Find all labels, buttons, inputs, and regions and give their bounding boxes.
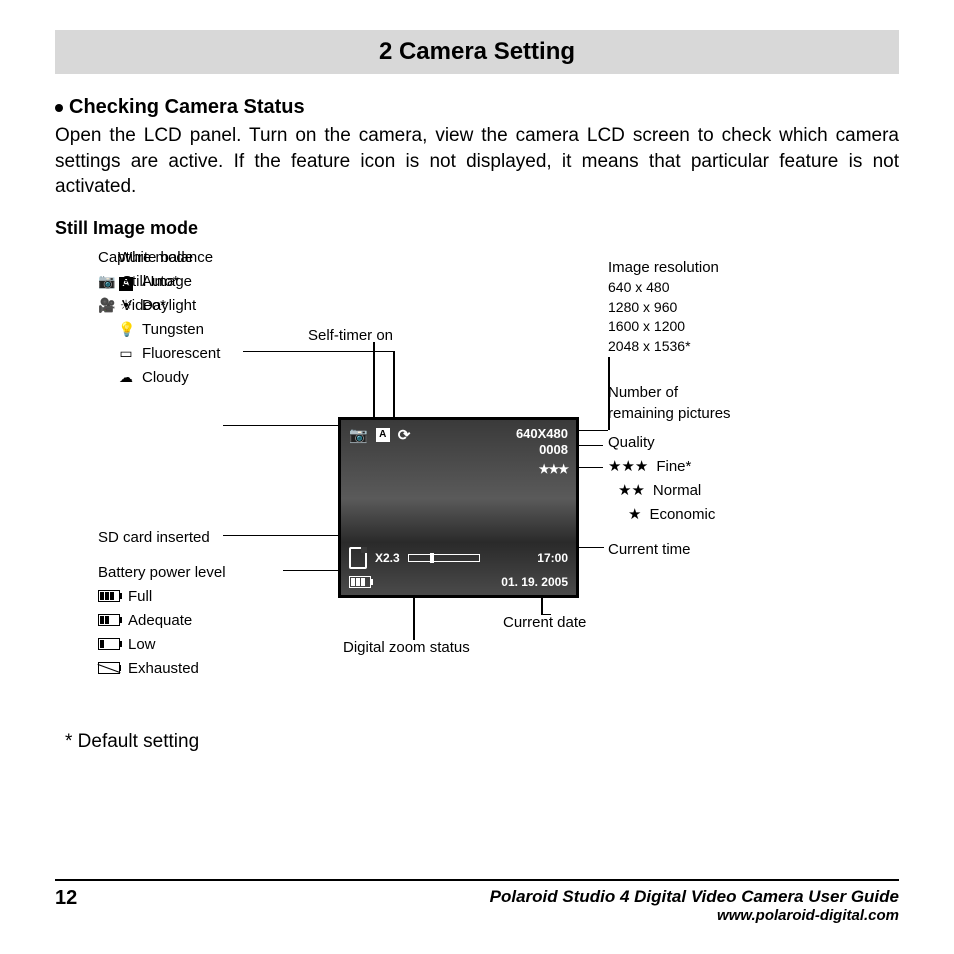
self-timer-label: Self-timer on	[308, 325, 393, 346]
battery-low-icon	[98, 638, 120, 650]
wb-fluorescent-icon: ▭	[118, 344, 134, 364]
lcd-diagram: White balance AAuto* ☀Daylight 💡Tungsten…	[63, 247, 891, 717]
lcd-wb-icon: A	[376, 428, 390, 442]
current-time-label: Current time	[608, 539, 691, 560]
page-number: 12	[55, 887, 77, 910]
lcd-sd-icon	[349, 547, 367, 569]
section-title: 2 Camera Setting	[55, 30, 899, 74]
quality-legend: Quality ★★★Fine* ★★Normal ★Economic	[608, 432, 715, 528]
lcd-date: 01. 19. 2005	[501, 575, 568, 589]
bullet-icon	[55, 104, 63, 112]
body-paragraph: Open the LCD panel. Turn on the camera, …	[55, 123, 899, 200]
footer-url: www.polaroid-digital.com	[490, 907, 899, 924]
capture-mode-legend: Capture mode 📷Still Image 🎥Video*	[98, 247, 193, 319]
battery-legend: Battery power level Full Adequate Low Ex…	[98, 562, 226, 682]
mode-heading: Still Image mode	[55, 218, 899, 239]
default-setting-note: * Default setting	[55, 731, 899, 753]
stars-1-icon: ★	[608, 504, 641, 525]
battery-exhausted-icon	[98, 662, 120, 674]
sd-label: SD card inserted	[98, 527, 210, 548]
lcd-camera-icon: 📷	[349, 426, 368, 444]
lcd-timer-icon: ⟳	[398, 426, 411, 444]
battery-full-icon	[98, 590, 120, 602]
lcd-screen: 📷 A ⟳ 640X480 0008 ★★★ X2.3 17:00	[338, 417, 579, 598]
battery-adequate-icon	[98, 614, 120, 626]
lcd-quality-stars: ★★★	[539, 462, 568, 476]
lcd-zoom: X2.3	[375, 551, 400, 565]
stars-3-icon: ★★★	[608, 456, 648, 477]
lcd-time: 17:00	[537, 551, 568, 565]
video-icon: 🎥	[98, 296, 114, 316]
sub-heading: Checking Camera Status	[55, 96, 899, 119]
wb-tungsten-icon: 💡	[118, 320, 134, 340]
page-footer: 12 Polaroid Studio 4 Digital Video Camer…	[55, 879, 899, 924]
remaining-label: Number of remaining pictures	[608, 382, 731, 424]
lcd-battery-icon	[349, 576, 371, 588]
footer-guide-title: Polaroid Studio 4 Digital Video Camera U…	[490, 887, 899, 907]
lcd-count: 0008	[516, 442, 568, 458]
stars-2-icon: ★★	[608, 480, 645, 501]
wb-cloudy-icon: ☁	[118, 368, 134, 388]
zoom-label: Digital zoom status	[343, 637, 470, 658]
resolution-legend: Image resolution 640 x 480 1280 x 960 16…	[608, 257, 719, 356]
camera-icon: 📷	[98, 272, 114, 292]
lcd-resolution: 640X480	[516, 426, 568, 442]
lcd-zoom-bar	[408, 554, 480, 562]
